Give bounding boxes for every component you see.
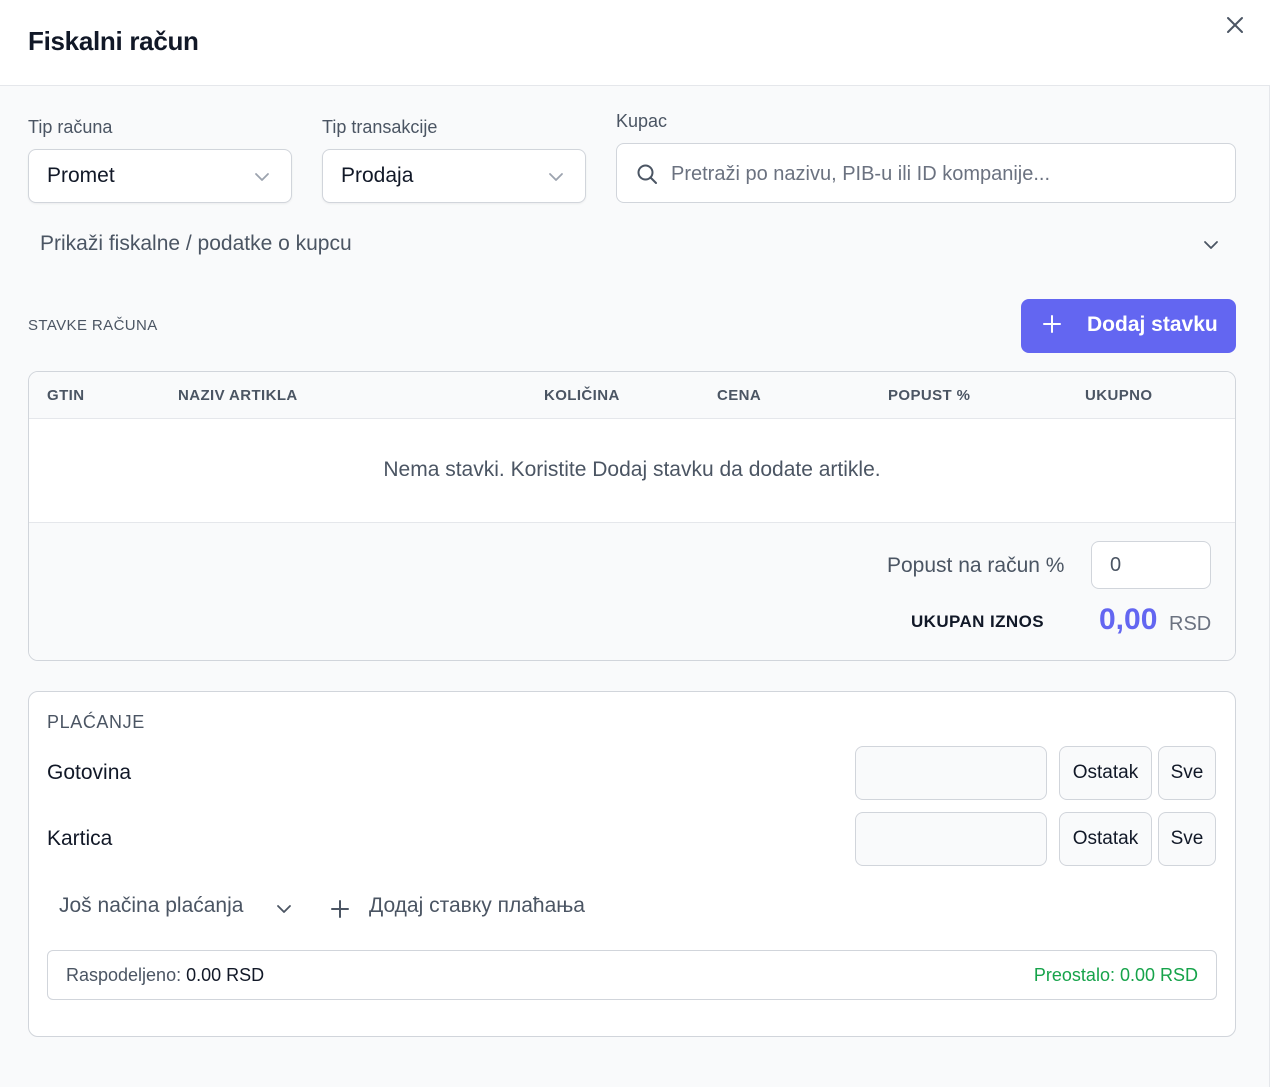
receipt-type-select[interactable]: Promet bbox=[28, 149, 292, 203]
chevron-down-icon bbox=[255, 173, 269, 181]
column-header-price: CENA bbox=[717, 387, 762, 404]
card-all-button[interactable]: Sve bbox=[1158, 812, 1216, 866]
payment-summary: Raspodeljeno: 0.00 RSD Preostalo: 0.00 R… bbox=[47, 950, 1217, 1000]
total-currency: RSD bbox=[1169, 613, 1212, 635]
transaction-type-label: Tip transakcije bbox=[322, 117, 438, 137]
column-header-gtin: GTIN bbox=[47, 387, 85, 404]
chevron-down-icon bbox=[1204, 241, 1218, 249]
payment-title: PLAĆANJE bbox=[47, 712, 145, 732]
transaction-type-value: Prodaja bbox=[341, 164, 414, 187]
receipt-discount-input[interactable] bbox=[1091, 541, 1211, 589]
customer-details-label: Prikaži fiskalne / podatke o kupcu bbox=[40, 232, 352, 255]
chevron-down-icon bbox=[277, 905, 291, 913]
column-header-name: NAZIV ARTIKLA bbox=[178, 387, 298, 404]
search-icon bbox=[637, 164, 657, 184]
remaining-summary: Preostalo: 0.00 RSD bbox=[1033, 965, 1198, 985]
more-payment-methods-toggle[interactable]: Još načina plaćanja bbox=[59, 894, 291, 924]
payment-method-card-label: Kartica bbox=[47, 827, 113, 850]
customer-search bbox=[616, 143, 1236, 203]
allocated-summary: Raspodeljeno: 0.00 RSD bbox=[66, 965, 264, 986]
card-amount-input[interactable] bbox=[855, 812, 1047, 866]
cash-remainder-button[interactable]: Ostatak bbox=[1059, 746, 1152, 800]
column-header-total: UKUPNO bbox=[1085, 387, 1153, 404]
cash-amount-input[interactable] bbox=[855, 746, 1047, 800]
items-table: GTIN NAZIV ARTIKLA KOLIČINA CENA POPUST … bbox=[28, 371, 1236, 661]
allocated-value: 0.00 RSD bbox=[186, 965, 265, 985]
fiscal-receipt-dialog: Fiskalni račun Tip računa Promet Tip tra… bbox=[0, 0, 1270, 1087]
payment-method-cash-label: Gotovina bbox=[47, 761, 132, 784]
add-item-label: Dodaj stavku bbox=[1087, 313, 1218, 336]
items-section-title: STAVKE RAČUNA bbox=[28, 317, 158, 334]
allocated-label: Raspodeljeno: bbox=[66, 965, 182, 985]
table-header: GTIN NAZIV ARTIKLA KOLIČINA CENA POPUST … bbox=[29, 372, 1235, 419]
payment-panel: PLAĆANJE Gotovina Ostatak Sve Kartica Os… bbox=[28, 691, 1236, 1037]
column-header-quantity: KOLIČINA bbox=[544, 387, 620, 404]
customer-label: Kupac bbox=[616, 111, 668, 131]
customer-details-expander[interactable]: Prikaži fiskalne / podatke o kupcu bbox=[28, 222, 1236, 268]
plus-icon bbox=[1043, 315, 1061, 333]
add-payment-label: Додај ставку плаћања bbox=[369, 894, 585, 917]
transaction-type-select[interactable]: Prodaja bbox=[322, 149, 586, 203]
dialog-header: Fiskalni račun bbox=[0, 0, 1270, 86]
total-amount-value: 0,00 bbox=[1099, 603, 1158, 636]
table-footer: Popust na račun % UKUPAN IZNOS 0,00 RSD bbox=[29, 522, 1235, 660]
customer-search-input[interactable] bbox=[671, 158, 1211, 190]
plus-icon bbox=[331, 900, 349, 918]
card-remainder-button[interactable]: Ostatak bbox=[1059, 812, 1152, 866]
receipt-discount-label: Popust na račun % bbox=[887, 554, 1065, 577]
cash-all-button[interactable]: Sve bbox=[1158, 746, 1216, 800]
empty-items-message: Nema stavki. Koristite Dodaj stavku da d… bbox=[383, 458, 881, 481]
dialog-title: Fiskalni račun bbox=[28, 26, 199, 56]
add-item-button[interactable]: Dodaj stavku bbox=[1021, 299, 1236, 353]
receipt-type-value: Promet bbox=[47, 164, 115, 187]
column-header-discount: POPUST % bbox=[888, 387, 971, 404]
close-icon[interactable] bbox=[1222, 12, 1248, 38]
total-amount-label: UKUPAN IZNOS bbox=[911, 612, 1044, 631]
chevron-down-icon bbox=[549, 173, 563, 181]
more-payment-methods-label: Još načina plaćanja bbox=[59, 894, 244, 917]
receipt-type-label: Tip računa bbox=[28, 117, 113, 137]
